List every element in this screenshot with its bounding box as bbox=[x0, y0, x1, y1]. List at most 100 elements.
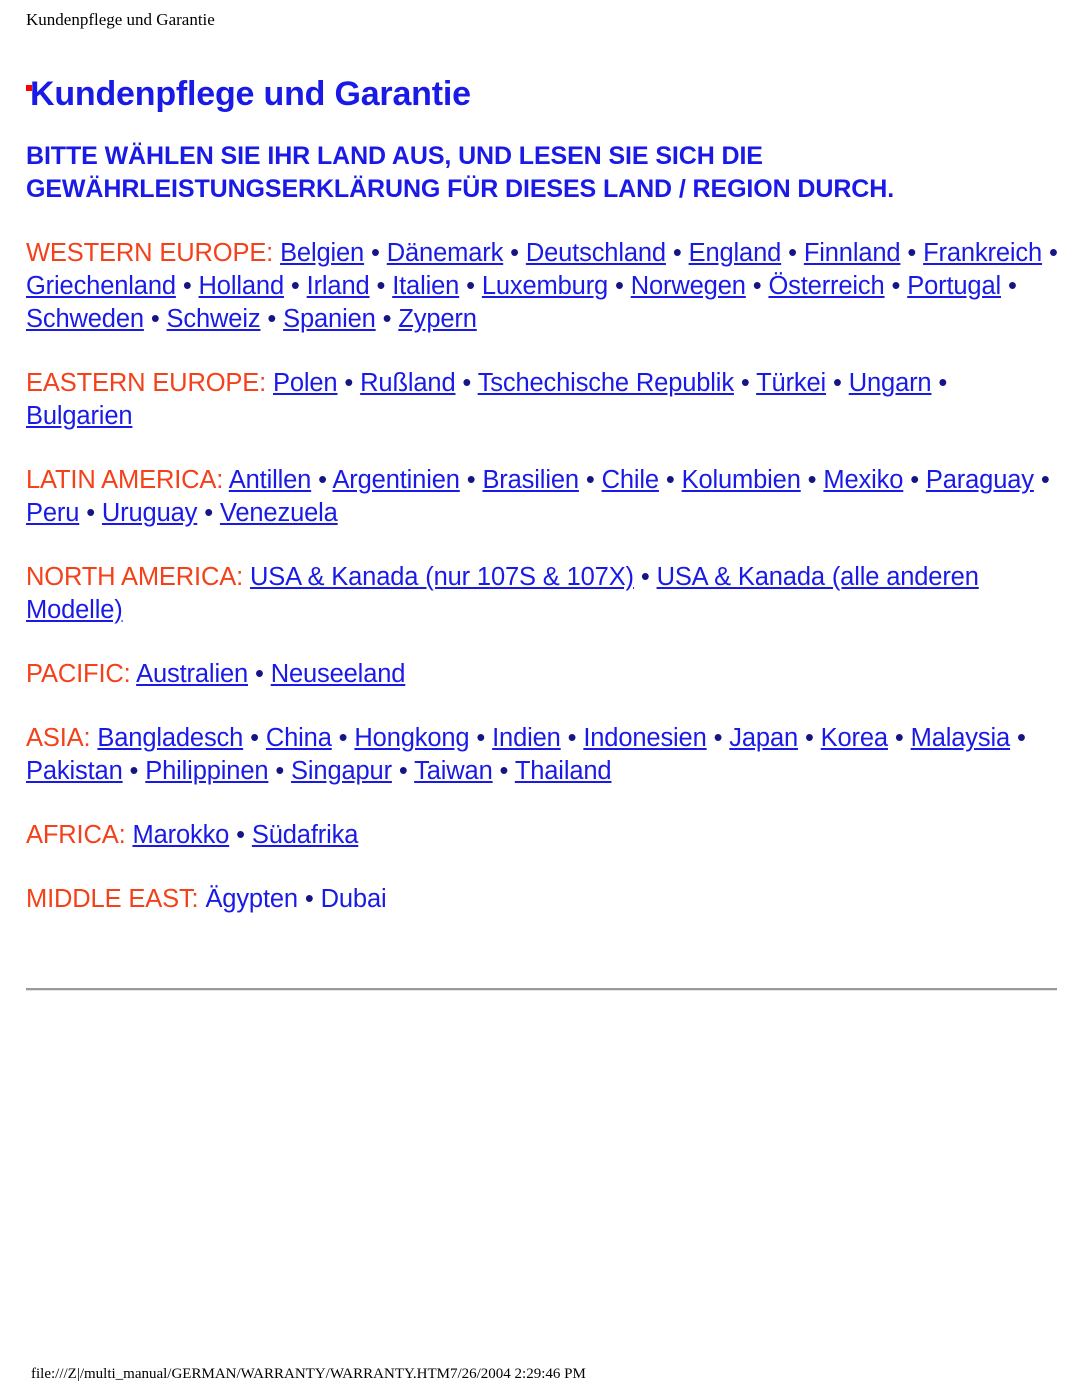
region-label: EASTERN EUROPE: bbox=[26, 369, 267, 397]
country-link[interactable]: Japan bbox=[729, 724, 798, 752]
country-link[interactable]: China bbox=[266, 724, 332, 752]
bullet-separator-icon: • bbox=[267, 305, 277, 333]
bullet-separator-icon: • bbox=[250, 724, 259, 752]
country-link[interactable]: Brasilien bbox=[482, 466, 579, 494]
country-link[interactable]: USA & Kanada (nur 107S & 107X) bbox=[250, 563, 634, 591]
bullet-separator-icon: • bbox=[290, 272, 300, 300]
bullet-separator-icon: • bbox=[740, 369, 750, 397]
bullet-separator-icon: • bbox=[1040, 466, 1050, 494]
country-link[interactable]: Österreich bbox=[768, 272, 884, 300]
bullet-separator-icon: • bbox=[86, 499, 95, 527]
bullet-separator-icon: • bbox=[752, 272, 762, 300]
country-link[interactable]: Indonesien bbox=[583, 724, 706, 752]
bullet-separator-icon: • bbox=[376, 272, 386, 300]
bullet-separator-icon: • bbox=[640, 563, 650, 591]
country-link[interactable]: Mexiko bbox=[823, 466, 903, 494]
country-link[interactable]: Tschechische Republik bbox=[478, 369, 734, 397]
region-label: LATIN AMERICA: bbox=[26, 466, 224, 494]
country-link[interactable]: Antillen bbox=[229, 466, 312, 494]
bullet-separator-icon: • bbox=[910, 466, 919, 494]
country-link[interactable]: Türkei bbox=[756, 369, 826, 397]
country-link[interactable]: Venezuela bbox=[220, 499, 338, 527]
region-label: PACIFIC: bbox=[26, 660, 131, 688]
running-page-footer: file:///Z|/multi_manual/GERMAN/WARRANTY/… bbox=[31, 1366, 586, 1382]
country-link[interactable]: Chile bbox=[602, 466, 660, 494]
country-link[interactable]: Bangladesch bbox=[97, 724, 243, 752]
bullet-separator-icon: • bbox=[371, 239, 380, 267]
country-link[interactable]: Deutschland bbox=[526, 239, 666, 267]
country-link[interactable]: Australien bbox=[136, 660, 248, 688]
bullet-separator-icon: • bbox=[462, 369, 472, 397]
country-link[interactable]: Neuseeland bbox=[271, 660, 406, 688]
country-link[interactable]: Ägypten bbox=[205, 885, 298, 913]
country-link[interactable]: Korea bbox=[821, 724, 888, 752]
bullet-separator-icon: • bbox=[466, 272, 475, 300]
bullet-separator-icon: • bbox=[499, 757, 509, 785]
bullet-separator-icon: • bbox=[891, 272, 901, 300]
bullet-separator-icon: • bbox=[466, 466, 476, 494]
country-link[interactable]: Taiwan bbox=[414, 757, 493, 785]
region-block: LATIN AMERICA: Antillen • Argentinien • … bbox=[26, 464, 1058, 530]
country-link[interactable]: Portugal bbox=[907, 272, 1001, 300]
country-link[interactable]: Südafrika bbox=[252, 821, 359, 849]
bullet-separator-icon: • bbox=[713, 724, 723, 752]
bullet-separator-icon: • bbox=[1048, 239, 1058, 267]
country-link[interactable]: Dänemark bbox=[387, 239, 504, 267]
running-page-header: Kundenpflege und Garantie bbox=[26, 10, 215, 29]
bullet-separator-icon: • bbox=[510, 239, 519, 267]
region-label: WESTERN EUROPE: bbox=[26, 239, 274, 267]
region-label: NORTH AMERICA: bbox=[26, 563, 244, 591]
bullet-separator-icon: • bbox=[907, 239, 917, 267]
bullet-separator-icon: • bbox=[236, 821, 245, 849]
country-link[interactable]: Pakistan bbox=[26, 757, 123, 785]
country-link[interactable]: England bbox=[689, 239, 782, 267]
country-link[interactable]: Zypern bbox=[398, 305, 477, 333]
country-link[interactable]: Spanien bbox=[283, 305, 376, 333]
country-link[interactable]: Uruguay bbox=[102, 499, 197, 527]
bullet-separator-icon: • bbox=[304, 885, 314, 913]
country-link[interactable]: Hongkong bbox=[354, 724, 469, 752]
country-link[interactable]: Ungarn bbox=[849, 369, 932, 397]
country-link[interactable]: Thailand bbox=[515, 757, 612, 785]
page-title: Kundenpflege und Garantie bbox=[30, 75, 471, 113]
region-label: ASIA: bbox=[26, 724, 91, 752]
country-link[interactable]: Schweden bbox=[26, 305, 144, 333]
bullet-separator-icon: • bbox=[807, 466, 817, 494]
country-link[interactable]: Griechenland bbox=[26, 272, 176, 300]
bullet-separator-icon: • bbox=[476, 724, 486, 752]
country-link[interactable]: Paraguay bbox=[926, 466, 1034, 494]
country-link[interactable]: Polen bbox=[273, 369, 338, 397]
bullet-separator-icon: • bbox=[1016, 724, 1026, 752]
bullet-separator-icon: • bbox=[1007, 272, 1017, 300]
country-link[interactable]: Dubai bbox=[321, 885, 387, 913]
country-link[interactable]: Norwegen bbox=[631, 272, 746, 300]
country-link[interactable]: Finnland bbox=[804, 239, 901, 267]
country-link[interactable]: Bulgarien bbox=[26, 402, 133, 430]
country-link[interactable]: Philippinen bbox=[145, 757, 268, 785]
country-link[interactable]: Marokko bbox=[132, 821, 229, 849]
country-link[interactable]: Frankreich bbox=[923, 239, 1042, 267]
country-link[interactable]: Luxemburg bbox=[482, 272, 608, 300]
country-link[interactable]: Rußland bbox=[360, 369, 455, 397]
bullet-separator-icon: • bbox=[398, 757, 408, 785]
country-link[interactable]: Indien bbox=[492, 724, 561, 752]
bullet-separator-icon: • bbox=[382, 305, 392, 333]
country-link[interactable]: Singapur bbox=[291, 757, 392, 785]
country-link[interactable]: Malaysia bbox=[911, 724, 1011, 752]
bullet-separator-icon: • bbox=[254, 660, 264, 688]
country-link[interactable]: Belgien bbox=[280, 239, 364, 267]
country-link[interactable]: Schweiz bbox=[167, 305, 261, 333]
country-link[interactable]: Holland bbox=[199, 272, 285, 300]
country-link[interactable]: Italien bbox=[392, 272, 459, 300]
bullet-separator-icon: • bbox=[275, 757, 285, 785]
country-link[interactable]: Peru bbox=[26, 499, 79, 527]
country-link[interactable]: Kolumbien bbox=[682, 466, 801, 494]
region-block: AFRICA: Marokko • Südafrika bbox=[26, 819, 1058, 852]
bullet-separator-icon: • bbox=[204, 499, 213, 527]
bullet-separator-icon: • bbox=[585, 466, 595, 494]
bullet-separator-icon: • bbox=[129, 757, 139, 785]
country-link[interactable]: Argentinien bbox=[332, 466, 460, 494]
bullet-separator-icon: • bbox=[833, 369, 842, 397]
country-link[interactable]: Irland bbox=[307, 272, 370, 300]
bullet-separator-icon: • bbox=[567, 724, 577, 752]
